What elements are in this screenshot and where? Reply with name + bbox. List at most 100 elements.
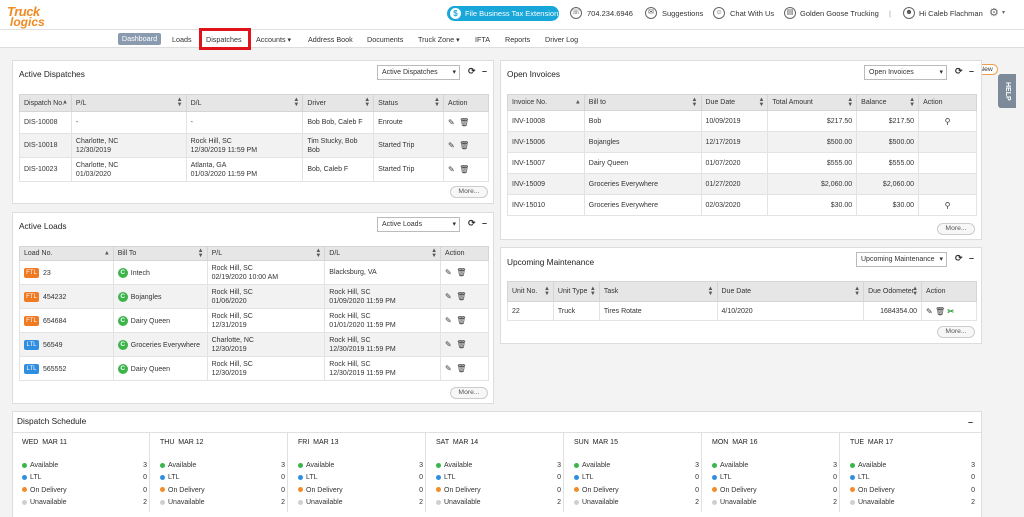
refresh-icon[interactable]: ⟳ bbox=[468, 218, 476, 229]
col-bill-to[interactable]: Bill To ▲ ▼ bbox=[112, 246, 208, 261]
gear-icon[interactable]: ⚙ bbox=[989, 6, 999, 19]
more-button[interactable]: More... bbox=[450, 186, 488, 198]
table-row[interactable]: INV-15006 Bojangles 12/17/2019 $500.00 $… bbox=[507, 131, 977, 153]
edit-icon[interactable]: ✎ bbox=[926, 307, 933, 316]
help-tab[interactable]: HELP bbox=[998, 74, 1016, 108]
delete-icon[interactable]: 🗑 bbox=[935, 307, 945, 316]
col-pl[interactable]: P/L ▲ ▼ bbox=[70, 94, 187, 112]
open-invoices-select[interactable]: Open Invoices bbox=[864, 65, 947, 80]
schedule-day[interactable]: MON MAR 16 Available 3 LTL 0 On Delivery 0 Unav… bbox=[702, 432, 840, 512]
file-tax-extension-button[interactable]: $ File Business Tax Extension bbox=[447, 6, 559, 21]
nav-ifta[interactable]: IFTA bbox=[475, 35, 490, 44]
edit-icon[interactable]: ✎ bbox=[445, 292, 452, 301]
col-bill-to[interactable]: Bill to ▲ ▼ bbox=[583, 94, 702, 111]
edit-icon[interactable]: ✎ bbox=[448, 165, 455, 174]
active-loads-select[interactable]: Active Loads bbox=[377, 217, 460, 232]
delete-icon[interactable]: 🗑 bbox=[456, 292, 466, 301]
delete-icon[interactable]: 🗑 bbox=[456, 316, 466, 325]
col-dl[interactable]: D/L ▲ ▼ bbox=[324, 246, 442, 261]
more-button[interactable]: More... bbox=[450, 387, 488, 399]
collapse-icon[interactable]: – bbox=[482, 218, 487, 228]
schedule-day[interactable]: FRI MAR 13 Available 3 LTL 0 On Delivery 0 Unav… bbox=[288, 432, 426, 512]
delete-icon[interactable]: 🗑 bbox=[459, 118, 469, 127]
chat-link[interactable]: Chat With Us bbox=[730, 9, 774, 18]
chevron-down-icon[interactable]: ▾ bbox=[1002, 9, 1005, 16]
table-row[interactable]: INV-10008 Bob 10/09/2019 $217.50 $217.50… bbox=[507, 110, 977, 132]
table-row[interactable]: 22 Truck Tires Rotate 4/10/2020 1684354.… bbox=[507, 301, 977, 321]
day-status-row: On Delivery 0 bbox=[574, 487, 699, 494]
col-due-date[interactable]: Due Date ▲ ▼ bbox=[716, 281, 865, 302]
delete-icon[interactable]: 🗑 bbox=[459, 165, 469, 174]
table-row[interactable]: LTL 565552 C Dairy Queen Rock Hill, SC 12/3… bbox=[19, 356, 489, 381]
table-row[interactable]: INV-15009 Groceries Everywhere 01/27/202… bbox=[507, 173, 977, 195]
phone-number[interactable]: 704.234.6946 bbox=[587, 9, 633, 18]
table-row[interactable]: INV-15010 Groceries Everywhere 02/03/202… bbox=[507, 194, 977, 216]
company-name[interactable]: Golden Goose Trucking bbox=[800, 9, 879, 18]
table-row[interactable]: FTL 454232 C Bojangles Rock Hill, SC 01/06/… bbox=[19, 284, 489, 309]
col-pl[interactable]: P/L ▲ ▼ bbox=[206, 246, 326, 261]
refresh-icon[interactable]: ⟳ bbox=[955, 253, 963, 264]
collapse-icon[interactable]: – bbox=[969, 253, 974, 263]
edit-icon[interactable]: ✎ bbox=[445, 364, 452, 373]
schedule-day[interactable]: SAT MAR 14 Available 3 LTL 0 On Delivery 0 Unav… bbox=[426, 432, 564, 512]
edit-icon[interactable]: ✎ bbox=[448, 118, 455, 127]
edit-icon[interactable]: ✎ bbox=[448, 141, 455, 150]
table-row[interactable]: LTL 56549 C Groceries Everywhere Charlotte… bbox=[19, 332, 489, 357]
nav-address-book[interactable]: Address Book bbox=[308, 35, 353, 44]
delete-icon[interactable]: 🗑 bbox=[456, 364, 466, 373]
schedule-day[interactable]: TUE MAR 17 Available 3 LTL 0 On Delivery 0 Unav… bbox=[840, 432, 978, 512]
ftl-badge: FTL bbox=[24, 315, 39, 326]
nav-accounts[interactable]: Accounts ▾ bbox=[256, 35, 291, 44]
table-row[interactable]: INV-15007 Dairy Queen 01/07/2020 $555.00… bbox=[507, 152, 977, 174]
edit-icon[interactable]: ✎ bbox=[445, 340, 452, 349]
schedule-day[interactable]: WED MAR 11 Available 3 LTL 0 On Delivery 0 Unav… bbox=[12, 432, 150, 512]
table-row[interactable]: DIS-10018 Charlotte, NC 12/30/2019 Rock H… bbox=[19, 133, 489, 158]
col-due-date[interactable]: Due Date ▲ ▼ bbox=[700, 94, 769, 111]
delete-icon[interactable]: 🗑 bbox=[456, 268, 466, 277]
payment-icon[interactable]: ⚲ bbox=[945, 201, 951, 210]
col-invoice-no[interactable]: Invoice No. ▲ bbox=[507, 94, 585, 111]
schedule-day[interactable]: THU MAR 12 Available 3 LTL 0 On Delivery 0 Unav… bbox=[150, 432, 288, 512]
table-row[interactable]: DIS-10008 - - Bob Bob, Caleb F Enroute ✎… bbox=[19, 111, 489, 134]
col-driver[interactable]: Driver ▲ ▼ bbox=[302, 94, 375, 112]
col-status[interactable]: Status ▲ ▼ bbox=[373, 94, 444, 112]
maintenance-select[interactable]: Upcoming Maintenance bbox=[856, 252, 947, 267]
col-unit-no[interactable]: Unit No. ▲ ▼ bbox=[507, 281, 554, 302]
suggestions-link[interactable]: Suggestions bbox=[662, 9, 703, 18]
nav-driver-log[interactable]: Driver Log bbox=[545, 35, 578, 44]
logo[interactable]: Truck logics bbox=[6, 4, 60, 29]
delete-icon[interactable]: 🗑 bbox=[459, 141, 469, 150]
nav-truck-zone[interactable]: Truck Zone ▾ bbox=[418, 35, 460, 44]
col-total-amount[interactable]: Total Amount ▲ ▼ bbox=[767, 94, 858, 111]
col-load-no[interactable]: Load No. ▲ bbox=[19, 246, 114, 261]
edit-icon[interactable]: ✎ bbox=[445, 316, 452, 325]
nav-loads[interactable]: Loads bbox=[172, 35, 192, 44]
refresh-icon[interactable]: ⟳ bbox=[955, 66, 963, 77]
more-button[interactable]: More... bbox=[937, 223, 975, 235]
col-due-odometer[interactable]: Due Odometer ▲ ▼ bbox=[863, 281, 923, 302]
maintenance-complete-icon[interactable]: ✂ bbox=[947, 307, 954, 316]
col-balance[interactable]: Balance ▲ ▼ bbox=[856, 94, 920, 111]
col-dispatch-no[interactable]: Dispatch No. ▲ bbox=[19, 94, 72, 112]
col-task[interactable]: Task ▲ ▼ bbox=[598, 281, 718, 302]
edit-icon[interactable]: ✎ bbox=[445, 268, 452, 277]
col-dl[interactable]: D/L ▲ ▼ bbox=[185, 94, 304, 112]
more-button[interactable]: More... bbox=[937, 326, 975, 338]
col-unit-type[interactable]: Unit Type ▲ ▼ bbox=[552, 281, 600, 302]
payment-icon[interactable]: ⚲ bbox=[945, 117, 951, 126]
nav-reports[interactable]: Reports bbox=[505, 35, 530, 44]
table-row[interactable]: DIS-10023 Charlotte, NC 01/03/2020 Atlant… bbox=[19, 157, 489, 182]
schedule-day[interactable]: SUN MAR 15 Available 3 LTL 0 On Delivery 0 Unav… bbox=[564, 432, 702, 512]
table-row[interactable]: FTL 23 C Intech Rock Hill, SC 02/19/2020 10… bbox=[19, 260, 489, 285]
collapse-icon[interactable]: – bbox=[969, 66, 974, 76]
refresh-icon[interactable]: ⟳ bbox=[468, 66, 476, 77]
table-row[interactable]: FTL 654684 C Dairy Queen Rock Hill, SC 12/3… bbox=[19, 308, 489, 333]
collapse-icon[interactable]: – bbox=[968, 417, 973, 427]
active-dispatches-select[interactable]: Active Dispatches bbox=[377, 65, 460, 80]
nav-documents[interactable]: Documents bbox=[367, 35, 403, 44]
collapse-icon[interactable]: – bbox=[482, 66, 487, 76]
nav-dashboard[interactable]: Dashboard bbox=[118, 33, 161, 45]
status-label: LTL bbox=[858, 474, 870, 482]
user-greeting[interactable]: Hi Caleb Flachman bbox=[919, 9, 983, 18]
delete-icon[interactable]: 🗑 bbox=[456, 340, 466, 349]
